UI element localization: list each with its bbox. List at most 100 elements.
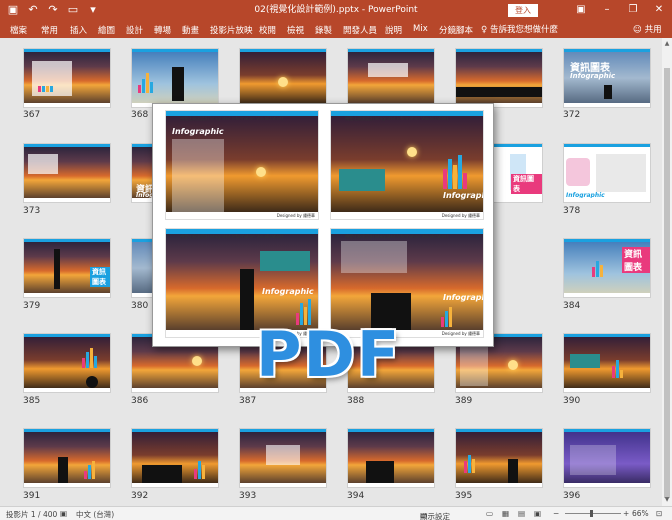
info-panel: [339, 169, 385, 191]
slide-thumbnail[interactable]: 資訊圖表: [563, 238, 651, 298]
slide-footer: Designed by 鍾德華: [166, 212, 318, 219]
slide-header-bar: [564, 239, 650, 242]
slide-thumbnail[interactable]: [239, 48, 327, 108]
language-label[interactable]: 中文 (台灣): [76, 509, 114, 520]
title-bar: ▣ ↶ ↷ ▭ ▾ 02(視覺化設計範例).pptx - PowerPoint …: [0, 0, 672, 20]
slide-footer: [24, 388, 110, 392]
tab-storyboarding[interactable]: 分鏡腳本: [439, 24, 473, 36]
slide-header-bar: [24, 334, 110, 337]
slide-thumbnail[interactable]: [23, 428, 111, 488]
vertical-scrollbar[interactable]: ▲ ▼: [662, 38, 672, 506]
tab-developer[interactable]: 開發人員: [343, 24, 377, 36]
undo-icon[interactable]: ↶: [26, 2, 40, 18]
slide-number: 386: [131, 396, 149, 406]
ribbon-display-options-icon[interactable]: ▣: [568, 0, 594, 20]
save-icon[interactable]: ▣: [6, 2, 20, 18]
tab-record[interactable]: 錄製: [315, 24, 332, 36]
slide-footer: [24, 483, 110, 487]
tab-home[interactable]: 常用: [41, 24, 58, 36]
slide-thumbnail[interactable]: [455, 48, 543, 108]
slide-number: 393: [239, 491, 257, 501]
tab-mix[interactable]: Mix: [413, 24, 428, 34]
tab-view[interactable]: 檢視: [287, 24, 304, 36]
slide-thumbnail[interactable]: [455, 428, 543, 488]
preview-slide: 視覺化資訊設計(Integrated Information Visualiza…: [330, 110, 484, 220]
reading-view-icon[interactable]: ▤: [518, 509, 525, 518]
normal-view-icon[interactable]: ▭: [486, 509, 493, 518]
slide-thumbnail[interactable]: [131, 428, 219, 488]
slide-thumbnail[interactable]: [347, 428, 435, 488]
info-panel: [368, 63, 408, 77]
slide-footer: [564, 483, 650, 487]
share-button[interactable]: ☺ 共用: [633, 23, 662, 35]
silhouette: [604, 85, 612, 99]
restore-icon[interactable]: ❐: [620, 0, 646, 20]
infographic-bars: [138, 71, 153, 93]
slide-thumbnail[interactable]: [347, 48, 435, 108]
tower-silhouette: [54, 249, 60, 289]
silhouette: [142, 465, 182, 485]
slide-number: 379: [23, 301, 41, 311]
fit-to-window-icon[interactable]: ⊡: [656, 509, 662, 518]
spelling-icon[interactable]: ▣: [60, 509, 67, 518]
minimize-icon[interactable]: –: [594, 0, 620, 20]
slide-label: Infographic: [443, 293, 483, 302]
slide-thumbnail[interactable]: [23, 333, 111, 393]
scrollbar-thumb[interactable]: [664, 68, 670, 498]
slide-number: 388: [347, 396, 365, 406]
scroll-down-icon[interactable]: ▼: [663, 496, 671, 504]
slide-footer: [240, 483, 326, 487]
redo-icon[interactable]: ↷: [46, 2, 60, 18]
tab-review[interactable]: 校閱: [259, 24, 276, 36]
info-panel: [596, 154, 646, 192]
slide-number: 389: [455, 396, 473, 406]
slide-thumbnail[interactable]: [563, 333, 651, 393]
infographic-bars: [82, 346, 97, 368]
close-icon[interactable]: ✕: [646, 0, 672, 20]
zoom-slider[interactable]: [565, 513, 621, 514]
slide-thumbnail[interactable]: 資訊圖表 Infographic: [563, 48, 651, 108]
slide-thumbnail[interactable]: Infographic: [563, 143, 651, 203]
info-panel: [260, 251, 310, 271]
scroll-up-icon[interactable]: ▲: [663, 40, 671, 48]
slide-header-bar: [132, 49, 218, 52]
slide-footer: [564, 293, 650, 297]
slide-header-bar: [564, 334, 650, 337]
slide-footer: [132, 388, 218, 392]
slide-sorter-icon[interactable]: ▦: [502, 509, 509, 518]
infographic-bars: [592, 257, 603, 277]
slide-caption: 視覺化資訊設計(Integrated Information Visualiza…: [345, 116, 449, 121]
tab-design[interactable]: 設計: [126, 24, 143, 36]
slide-thumbnail[interactable]: [23, 48, 111, 108]
zoom-level[interactable]: 66%: [632, 509, 649, 518]
slide-header-bar: [240, 429, 326, 432]
tab-animations[interactable]: 動畫: [182, 24, 199, 36]
tab-transitions[interactable]: 轉場: [154, 24, 171, 36]
slide-header-bar: [564, 144, 650, 147]
login-button[interactable]: 登入: [508, 4, 538, 17]
slide-footer: [456, 388, 542, 392]
slide-thumbnail[interactable]: [239, 428, 327, 488]
tab-help[interactable]: 說明: [385, 24, 402, 36]
slide-header-bar: [24, 144, 110, 147]
display-settings-label: 顯示設定: [420, 512, 450, 520]
slide-thumbnail[interactable]: 資訊圖表: [23, 238, 111, 298]
tab-slideshow[interactable]: 投影片放映: [210, 24, 253, 36]
tab-file[interactable]: 檔案: [10, 24, 27, 36]
info-panel: [570, 354, 600, 368]
zoom-slider-knob[interactable]: [590, 510, 593, 517]
slide-thumbnail[interactable]: [23, 143, 111, 203]
slideshow-icon[interactable]: ▣: [534, 509, 541, 518]
zoom-out-icon[interactable]: −: [553, 509, 559, 518]
start-from-beginning-icon[interactable]: ▭: [66, 2, 80, 18]
slide-thumbnail[interactable]: [563, 428, 651, 488]
tell-me-search[interactable]: ♀ 告訴我您想做什麼: [481, 23, 558, 35]
customize-qat-icon[interactable]: ▾: [86, 2, 100, 18]
zoom-in-icon[interactable]: +: [623, 509, 629, 518]
slide-footer: [564, 103, 650, 107]
share-label: 共用: [644, 25, 662, 35]
tell-me-label: 告訴我您想做什麼: [489, 25, 558, 35]
slide-thumbnail[interactable]: [131, 48, 219, 108]
tab-insert[interactable]: 插入: [70, 24, 87, 36]
tab-draw[interactable]: 繪圖: [98, 24, 115, 36]
